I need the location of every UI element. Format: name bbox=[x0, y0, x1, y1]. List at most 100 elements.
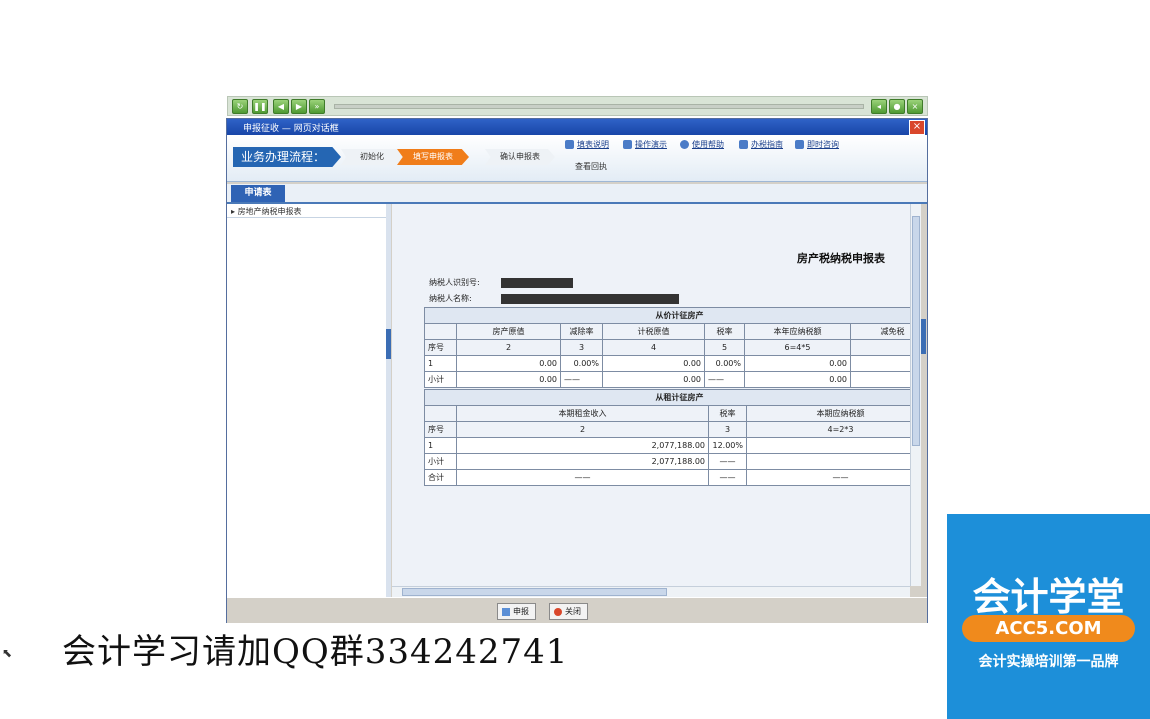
index-label: 序号 bbox=[424, 339, 457, 356]
header-cell: 房产原值 bbox=[456, 323, 561, 340]
help-guide[interactable]: 办税指南 bbox=[739, 139, 783, 150]
logo-name: 会计学堂 bbox=[972, 575, 1125, 619]
dialog-footer: 申报 关闭 bbox=[227, 597, 927, 623]
subtotal-cell: 0.00 bbox=[744, 371, 851, 388]
scroll-thumb[interactable] bbox=[912, 216, 920, 446]
help-icon bbox=[680, 140, 689, 149]
form-content: 房产税纳税申报表 纳税人识别号: 纳税人名称: 从价计征房产 房产原值 减除率 … bbox=[392, 204, 912, 586]
guide-icon bbox=[739, 140, 748, 149]
tab-application-form[interactable]: 申请表 bbox=[231, 185, 285, 202]
row-number: 1 bbox=[424, 355, 457, 372]
header-cell: 减除率 bbox=[560, 323, 603, 340]
collapse-handle-icon[interactable] bbox=[386, 329, 391, 359]
help-demo[interactable]: 操作演示 bbox=[623, 139, 667, 150]
header-cell: 计税原值 bbox=[602, 323, 705, 340]
submit-button[interactable]: 申报 bbox=[497, 603, 536, 620]
header-cell: 税率 bbox=[704, 323, 745, 340]
step-confirm-form[interactable]: 确认申报表 bbox=[485, 149, 555, 165]
index-cell: 2 bbox=[456, 421, 709, 438]
index-cell: 3 bbox=[708, 421, 747, 438]
input-original-value[interactable]: 0.00 bbox=[456, 355, 561, 372]
value-based-table: 从价计征房产 房产原值 减除率 计税原值 税率 本年应纳税额 减免税 序号 2 … bbox=[423, 307, 912, 388]
demo-icon bbox=[623, 140, 632, 149]
play-icon[interactable]: ▶ bbox=[291, 99, 307, 114]
flow-label: 业务办理流程： bbox=[233, 147, 341, 167]
redacted-taxpayer-name bbox=[501, 294, 679, 304]
total-cell: —— bbox=[746, 469, 912, 486]
row-number: 1 bbox=[424, 437, 457, 454]
help-usage[interactable]: 使用帮助 bbox=[680, 139, 724, 150]
vertical-scrollbar[interactable] bbox=[910, 204, 921, 586]
index-cell: 6=4*5 bbox=[744, 339, 851, 356]
index-cell: 4=2*3 bbox=[746, 421, 912, 438]
fast-forward-icon[interactable]: » bbox=[309, 99, 325, 114]
subtotal-cell: —— bbox=[560, 371, 603, 388]
title-bar: 申报征收 — 网页对话框 × bbox=[227, 119, 927, 135]
scroll-thumb[interactable] bbox=[402, 588, 667, 596]
logo-slogan: 会计实操培训第一品牌 bbox=[978, 654, 1119, 670]
logo-site: ACC5.COM bbox=[962, 615, 1135, 642]
header-cell: 本年应纳税额 bbox=[744, 323, 851, 340]
close-icon[interactable]: × bbox=[907, 99, 923, 114]
previous-icon[interactable]: ◀ bbox=[273, 99, 289, 114]
close-button[interactable]: 关闭 bbox=[549, 603, 588, 620]
header-cell bbox=[424, 405, 457, 422]
header-cell: 减免税 bbox=[849, 323, 912, 340]
close-circle-icon bbox=[554, 607, 562, 616]
pane-splitter[interactable] bbox=[386, 204, 391, 597]
player-control-bar: ↻ ❚❚ ◀ ▶ » ◂ ● × bbox=[227, 96, 928, 116]
exemption-cell[interactable] bbox=[849, 355, 912, 372]
user-icon[interactable]: ● bbox=[889, 99, 905, 114]
volume-icon[interactable]: ◂ bbox=[871, 99, 887, 114]
step-initialize[interactable]: 初始化 bbox=[341, 149, 403, 165]
index-label: 序号 bbox=[424, 421, 457, 438]
tree-pane: ▸ 房地产纳税申报表 bbox=[227, 204, 387, 597]
step-fill-form[interactable]: 填写申报表 bbox=[397, 149, 469, 165]
subtotal-cell bbox=[849, 371, 912, 388]
index-cell: 7 bbox=[849, 339, 912, 356]
taxpayer-id-label: 纳税人识别号: bbox=[429, 278, 480, 287]
video-caption: 会计学习请加QQ群334242741 bbox=[62, 632, 569, 672]
tab-row: 申请表 bbox=[227, 184, 927, 204]
subtotal-cell bbox=[746, 453, 912, 470]
redacted-taxpayer-id bbox=[501, 278, 573, 288]
refresh-icon[interactable]: ↻ bbox=[232, 99, 248, 114]
expand-handle-icon[interactable] bbox=[921, 319, 926, 354]
consult-icon bbox=[795, 140, 804, 149]
subtotal-cell: 2,077,188.00 bbox=[456, 453, 709, 470]
input-deduction-rate[interactable]: 0.00% bbox=[560, 355, 603, 372]
subtotal-cell: 0.00 bbox=[602, 371, 705, 388]
window-close-icon[interactable]: × bbox=[909, 120, 925, 135]
rent-based-table: 从租计征房产 本期租金收入 税率 本期应纳税额 序号 2 3 4=2*3 1 2… bbox=[424, 389, 912, 486]
taxable-value-cell: 0.00 bbox=[602, 355, 705, 372]
input-rent-income[interactable]: 2,077,188.00 bbox=[456, 437, 709, 454]
subtotal-label: 小计 bbox=[424, 453, 457, 470]
instructions-icon bbox=[565, 140, 574, 149]
step-view-receipt[interactable]: 查看回执 bbox=[563, 159, 619, 175]
tree-item-property-tax[interactable]: ▸ 房地产纳税申报表 bbox=[231, 206, 302, 217]
index-cell: 4 bbox=[602, 339, 705, 356]
total-cell: —— bbox=[708, 469, 747, 486]
header-cell: 税率 bbox=[708, 405, 747, 422]
header-cell: 本期租金收入 bbox=[456, 405, 709, 422]
pause-icon[interactable]: ❚❚ bbox=[252, 99, 268, 114]
total-label: 合计 bbox=[424, 469, 457, 486]
brand-logo: 会计学堂 ACC5.COM 会计实操培训第一品牌 bbox=[947, 514, 1150, 719]
tax-rate-cell: 12.00% bbox=[708, 437, 747, 454]
help-form-instructions[interactable]: 填表说明 bbox=[565, 139, 609, 150]
help-consult[interactable]: 即时咨询 bbox=[795, 139, 839, 150]
declaration-dialog: 申报征收 — 网页对话框 × 业务办理流程： 初始化 填写申报表 确认申报表 查… bbox=[226, 118, 928, 623]
section-title: 从价计征房产 bbox=[423, 307, 912, 324]
subtotal-cell: —— bbox=[704, 371, 745, 388]
header-cell: 本期应纳税额 bbox=[746, 405, 912, 422]
tax-rate-cell: 0.00% bbox=[704, 355, 745, 372]
total-cell: —— bbox=[456, 469, 709, 486]
window-title: 申报征收 — 网页对话框 bbox=[243, 124, 339, 134]
tax-amount-cell: 0.00 bbox=[744, 355, 851, 372]
section-title: 从租计征房产 bbox=[424, 389, 912, 406]
divider bbox=[227, 217, 386, 218]
header-cell bbox=[424, 323, 457, 340]
seek-bar[interactable] bbox=[334, 104, 864, 109]
flow-toolbar: 业务办理流程： 初始化 填写申报表 确认申报表 查看回执 填表说明 操作演示 使… bbox=[227, 135, 927, 182]
submit-icon bbox=[502, 607, 510, 616]
